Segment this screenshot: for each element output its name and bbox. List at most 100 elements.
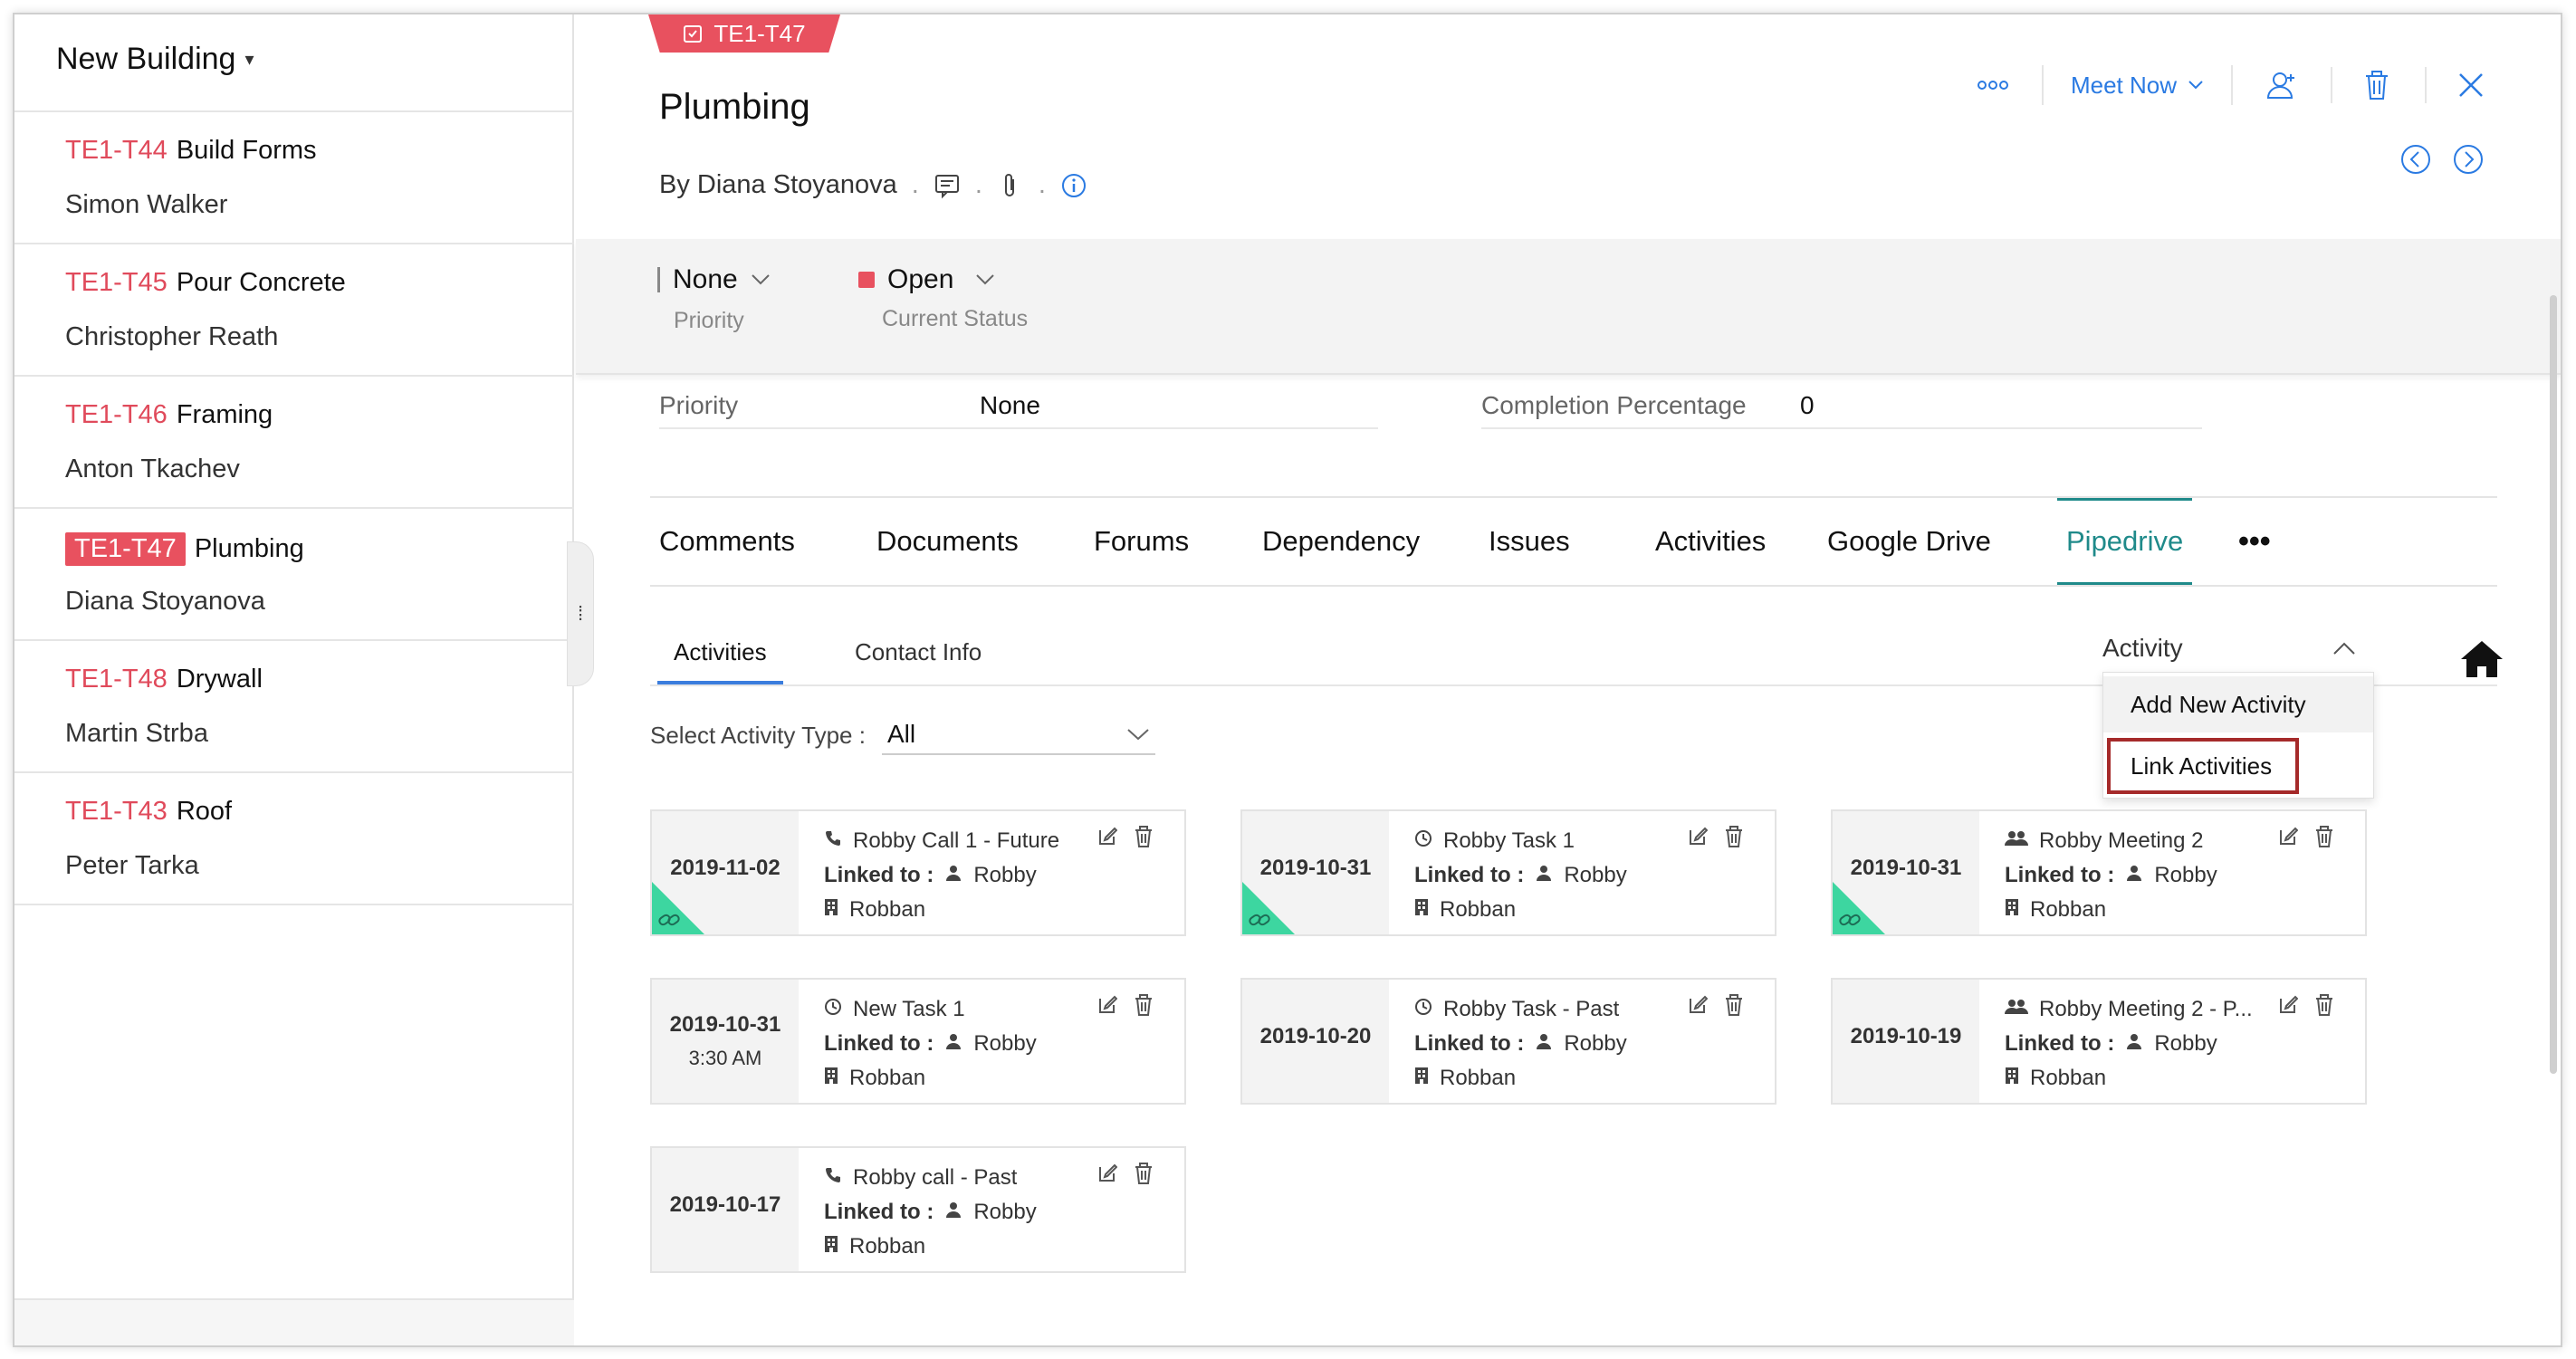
scrollbar[interactable] (2550, 295, 2557, 1074)
activity-card[interactable]: 2019-11-02 Robby Call 1 - Future Linked to… (650, 809, 1186, 936)
activity-card[interactable]: 2019-10-17 Robby call - Past Linked to : Ro… (650, 1146, 1186, 1273)
linked-organization[interactable]: Robban (849, 1066, 925, 1091)
more-options-icon[interactable] (1975, 67, 2011, 103)
close-icon[interactable] (2425, 67, 2488, 103)
activity-title[interactable]: Robby Meeting 2 (2039, 828, 2203, 854)
tab-activities[interactable]: Activities (1655, 498, 1766, 585)
tab-google-drive[interactable]: Google Drive (1827, 498, 1991, 585)
activity-card[interactable]: 2019-10-19 Robby Meeting 2 - P... Linked t… (1831, 978, 2367, 1105)
status-selector[interactable]: Open Current Status (858, 264, 1028, 332)
activity-card[interactable]: 2019-10-31 3:30 AM New Task 1 Linked to : Ro… (650, 978, 1186, 1105)
activity-card[interactable]: 2019-10-20 Robby Task - Past Linked to : Ro… (1240, 978, 1776, 1105)
edit-icon[interactable] (1097, 994, 1118, 1020)
project-selector[interactable]: New Building ▾ (56, 42, 254, 77)
edit-icon[interactable] (1688, 994, 1709, 1020)
linked-person[interactable]: Robby (973, 1200, 1036, 1225)
delete-icon[interactable] (1134, 1163, 1154, 1189)
linked-organization[interactable]: Robban (2030, 897, 2106, 923)
assign-user-icon[interactable] (2264, 67, 2300, 103)
task-list-item[interactable]: TE1-T46 Framing Anton Tkachev (14, 377, 574, 507)
trash-icon[interactable] (2331, 67, 2394, 103)
link-activities-menu-item[interactable]: Link Activities (2107, 738, 2299, 794)
linked-organization[interactable]: Robban (1440, 897, 1516, 923)
delete-icon[interactable] (2314, 826, 2334, 852)
subtab-activities[interactable]: Activities (657, 627, 783, 684)
activity-dropdown[interactable]: Activity (2102, 634, 2356, 663)
organization-icon (1414, 1066, 1429, 1091)
attachment-icon[interactable] (997, 172, 1024, 199)
task-list-item[interactable]: TE1-T45 Pour Concrete Christopher Reath (14, 244, 574, 375)
edit-icon[interactable] (1097, 826, 1118, 852)
task-list-item[interactable]: TE1-T44 Build Forms Simon Walker (14, 112, 574, 243)
linked-person[interactable]: Robby (1564, 863, 1626, 888)
edit-icon[interactable] (2278, 826, 2299, 852)
edit-icon[interactable] (1097, 1163, 1118, 1189)
more-tabs-icon[interactable]: ••• (2238, 498, 2271, 585)
task-name: Plumbing (194, 534, 304, 563)
previous-task-icon[interactable] (2398, 141, 2434, 177)
organization-icon (2005, 897, 2019, 923)
task-list-item-selected[interactable]: TE1-T47 Plumbing Diana Stoyanova (14, 509, 574, 639)
linked-person[interactable]: Robby (1564, 1031, 1626, 1057)
edit-icon[interactable] (1688, 826, 1709, 852)
task-name: Framing (176, 400, 273, 429)
tab-forums[interactable]: Forums (1094, 498, 1189, 585)
person-icon (1535, 1031, 1553, 1057)
next-task-icon[interactable] (2450, 141, 2486, 177)
edit-icon[interactable] (2278, 994, 2299, 1020)
completion-field[interactable]: Completion Percentage 0 (1481, 384, 2202, 429)
organization-icon (2005, 1066, 2019, 1091)
activity-title[interactable]: Robby call - Past (853, 1165, 1017, 1191)
linked-organization[interactable]: Robban (849, 1234, 925, 1259)
home-icon[interactable] (2459, 639, 2504, 684)
person-icon (944, 1200, 962, 1225)
task-name: Drywall (176, 665, 263, 694)
activity-title[interactable]: Robby Meeting 2 - P... (2039, 997, 2253, 1022)
delete-icon[interactable] (2314, 994, 2334, 1020)
subtab-contact-info[interactable]: Contact Info (855, 627, 982, 684)
activity-card[interactable]: 2019-10-31 Robby Meeting 2 Linked to : Robb… (1831, 809, 2367, 936)
activity-card[interactable]: 2019-10-31 Robby Task 1 Linked to : Robby Ro… (1240, 809, 1776, 936)
author-name[interactable]: Diana Stoyanova (697, 170, 897, 199)
project-title: New Building (56, 42, 236, 76)
tab-issues[interactable]: Issues (1489, 498, 1570, 585)
activity-title[interactable]: Robby Task 1 (1443, 828, 1575, 854)
call-icon (824, 828, 842, 854)
info-icon[interactable] (1060, 172, 1087, 199)
tab-documents[interactable]: Documents (876, 498, 1019, 585)
activity-date-block: 2019-10-20 (1242, 980, 1389, 1103)
linked-person[interactable]: Robby (2154, 863, 2217, 888)
comment-icon[interactable] (934, 172, 961, 199)
delete-icon[interactable] (1134, 826, 1154, 852)
linked-organization[interactable]: Robban (2030, 1066, 2106, 1091)
priority-selector[interactable]: None Priority (657, 264, 771, 334)
delete-icon[interactable] (1724, 826, 1744, 852)
linked-person[interactable]: Robby (2154, 1031, 2217, 1057)
tab-comments[interactable]: Comments (659, 498, 795, 585)
task-list-item[interactable]: TE1-T48 Drywall Martin Strba (14, 641, 574, 771)
activity-title[interactable]: Robby Call 1 - Future (853, 828, 1059, 854)
activity-title[interactable]: Robby Task - Past (1443, 997, 1619, 1022)
task-list-item[interactable]: TE1-T43 Roof Peter Tarka (14, 773, 574, 904)
separator: . (1038, 170, 1046, 199)
priority-field[interactable]: Priority None (659, 384, 1378, 429)
person-icon (1535, 863, 1553, 888)
activity-type-select[interactable]: All (881, 715, 1155, 755)
tab-dependency[interactable]: Dependency (1262, 498, 1420, 585)
linked-person[interactable]: Robby (973, 1031, 1036, 1057)
activity-title[interactable]: New Task 1 (853, 997, 965, 1022)
tab-pipedrive[interactable]: Pipedrive (2057, 498, 2193, 585)
delete-icon[interactable] (1134, 994, 1154, 1020)
field-value: 0 (1800, 391, 1815, 419)
linked-organization[interactable]: Robban (849, 897, 925, 923)
meet-now-button[interactable]: Meet Now (2041, 65, 2233, 105)
linked-person[interactable]: Robby (973, 863, 1036, 888)
add-new-activity-menu-item[interactable]: Add New Activity (2103, 676, 2373, 732)
task-id: TE1-T48 (65, 665, 168, 694)
priority-label: Priority (674, 308, 744, 333)
linked-organization[interactable]: Robban (1440, 1066, 1516, 1091)
status-label: Current Status (882, 306, 1029, 331)
linked-to-label: Linked to : (2005, 863, 2115, 887)
delete-icon[interactable] (1724, 994, 1744, 1020)
linked-to-label: Linked to : (824, 1200, 934, 1224)
